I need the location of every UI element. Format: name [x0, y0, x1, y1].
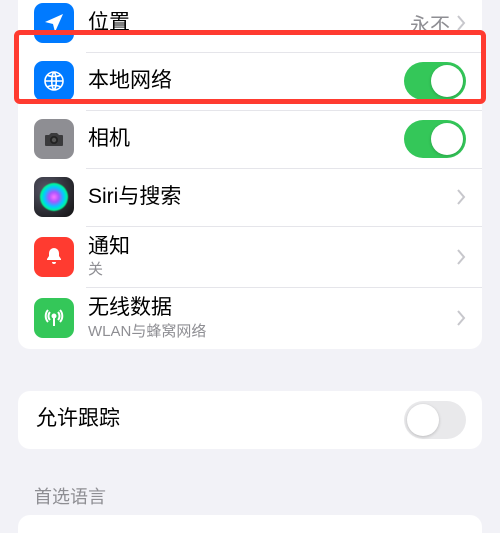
toggle-local-network[interactable]: [404, 62, 466, 100]
toggle-camera[interactable]: [404, 120, 466, 158]
row-label: 无线数据: [88, 295, 456, 321]
camera-icon: [34, 119, 74, 159]
row-label: Siri与搜索: [88, 184, 456, 210]
row-value: 永不: [410, 9, 450, 38]
bell-icon: [34, 237, 74, 277]
siri-icon: [34, 177, 74, 217]
row-allow-tracking[interactable]: 允许跟踪: [18, 391, 482, 449]
globe-icon: [34, 61, 74, 101]
settings-group-language: [18, 515, 482, 533]
row-camera[interactable]: 相机: [18, 110, 482, 168]
row-location[interactable]: 位置 永不: [18, 0, 482, 52]
row-label: 本地网络: [88, 68, 404, 94]
row-local-network[interactable]: 本地网络: [18, 52, 482, 110]
chevron-right-icon: [456, 15, 466, 31]
chevron-right-icon: [456, 310, 466, 326]
row-sublabel: WLAN与蜂窝网络: [88, 323, 456, 341]
location-arrow-icon: [34, 3, 74, 43]
chevron-right-icon: [456, 249, 466, 265]
row-siri-search[interactable]: Siri与搜索: [18, 168, 482, 226]
chevron-right-icon: [456, 189, 466, 205]
settings-group-tracking: 允许跟踪: [18, 391, 482, 449]
row-label: 通知: [88, 234, 456, 260]
row-label: 允许跟踪: [36, 406, 404, 432]
row-label: 相机: [88, 126, 404, 152]
row-wireless-data[interactable]: 无线数据 WLAN与蜂窝网络: [18, 287, 482, 348]
settings-group-permissions: 位置 永不 本地网络 相机: [18, 0, 482, 349]
row-sublabel: 关: [88, 261, 456, 279]
section-header-preferred-language: 首选语言: [0, 483, 500, 509]
row-label: 位置: [88, 10, 410, 36]
antenna-icon: [34, 298, 74, 338]
toggle-allow-tracking[interactable]: [404, 401, 466, 439]
row-notifications[interactable]: 通知 关: [18, 226, 482, 287]
